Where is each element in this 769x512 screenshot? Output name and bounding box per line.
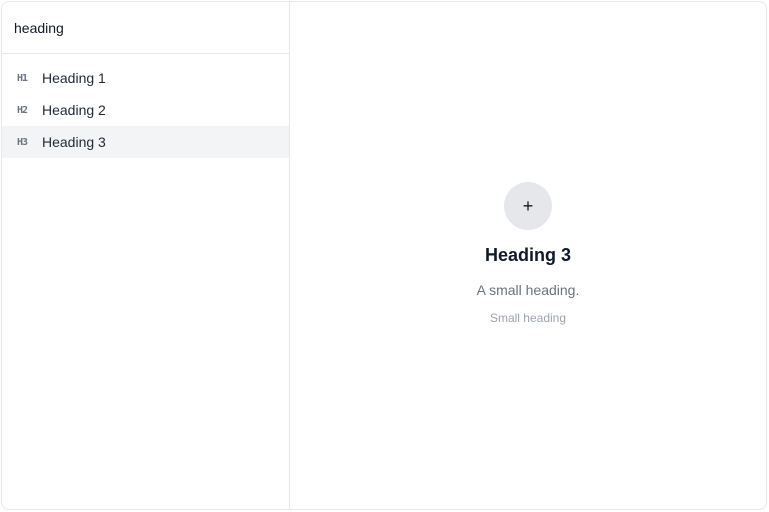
list-item-heading-2[interactable]: H2 Heading 2 [2, 94, 289, 126]
list-item-label: Heading 2 [42, 102, 106, 118]
heading-1-icon: H1 [17, 72, 28, 84]
heading-2-icon: H2 [17, 104, 28, 116]
results-list: H1 Heading 1 H2 Heading 2 H3 Heading 3 [2, 54, 289, 158]
list-item-label: Heading 3 [42, 134, 106, 150]
list-item-label: Heading 1 [42, 70, 106, 86]
left-pane: H1 Heading 1 H2 Heading 2 H3 Heading 3 [2, 2, 290, 509]
heading-3-icon: H3 [17, 136, 28, 148]
command-palette: H1 Heading 1 H2 Heading 2 H3 Heading 3 +… [1, 1, 767, 510]
plus-icon: + [504, 182, 552, 230]
preview: + Heading 3 A small heading. Small headi… [290, 182, 766, 325]
preview-title: Heading 3 [484, 245, 572, 265]
search-bar [2, 2, 289, 54]
preview-pane: + Heading 3 A small heading. Small headi… [290, 2, 766, 509]
list-item-heading-3[interactable]: H3 Heading 3 [2, 126, 289, 158]
list-item-heading-1[interactable]: H1 Heading 1 [2, 62, 289, 94]
search-input[interactable] [14, 19, 274, 36]
preview-caption: Small heading [489, 311, 567, 325]
preview-description: A small heading. [476, 282, 580, 298]
